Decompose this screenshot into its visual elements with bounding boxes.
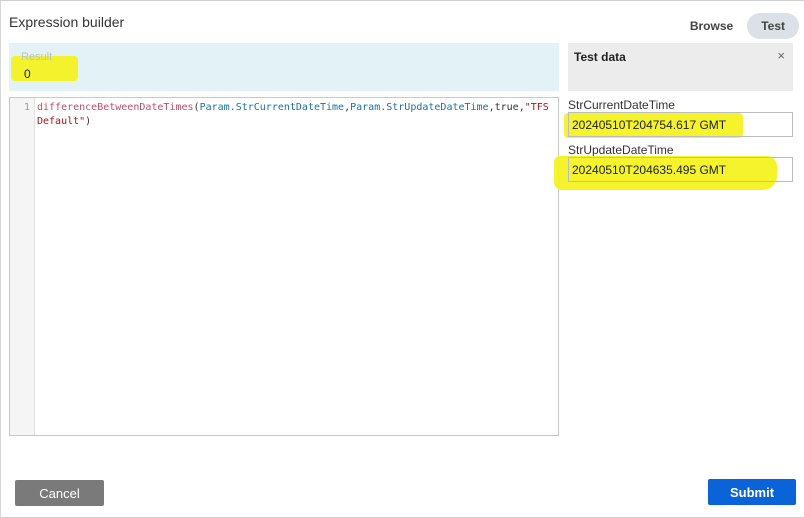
expression-editor[interactable]: 1 differenceBetweenDateTimes(Param.StrCu… bbox=[9, 97, 559, 436]
test-data-title: Test data bbox=[574, 50, 626, 64]
code-close-paren: ) bbox=[85, 116, 92, 127]
tab-browse[interactable]: Browse bbox=[676, 13, 747, 39]
result-value: 0 bbox=[24, 67, 31, 81]
line-number: 1 bbox=[23, 102, 30, 113]
update-datetime-input[interactable] bbox=[568, 157, 793, 182]
test-data-header: Test data × bbox=[568, 43, 793, 91]
mode-tabs: Browse Test bbox=[676, 13, 799, 39]
editor-gutter: 1 bbox=[10, 98, 35, 435]
code-param-update: Param.StrUpdateDateTime bbox=[350, 102, 489, 113]
code-args: ,true, bbox=[488, 102, 525, 113]
expression-builder-dialog: Expression builder Browse Test Result 0 … bbox=[0, 0, 804, 518]
expression-code[interactable]: differenceBetweenDateTimes(Param.StrCurr… bbox=[37, 101, 555, 129]
tab-test[interactable]: Test bbox=[747, 13, 799, 39]
cancel-button[interactable]: Cancel bbox=[15, 480, 104, 506]
close-icon[interactable]: × bbox=[777, 48, 785, 63]
submit-button[interactable]: Submit bbox=[708, 479, 796, 505]
current-datetime-input[interactable] bbox=[568, 112, 793, 137]
code-param-current: Param.StrCurrentDateTime bbox=[199, 102, 345, 113]
result-panel: Result 0 bbox=[9, 43, 559, 91]
dialog-title: Expression builder bbox=[9, 14, 125, 30]
result-label: Result bbox=[21, 51, 53, 63]
field-label-update-datetime: StrUpdateDateTime bbox=[568, 143, 674, 157]
code-function: differenceBetweenDateTimes bbox=[37, 102, 194, 113]
field-label-current-datetime: StrCurrentDateTime bbox=[568, 98, 675, 112]
